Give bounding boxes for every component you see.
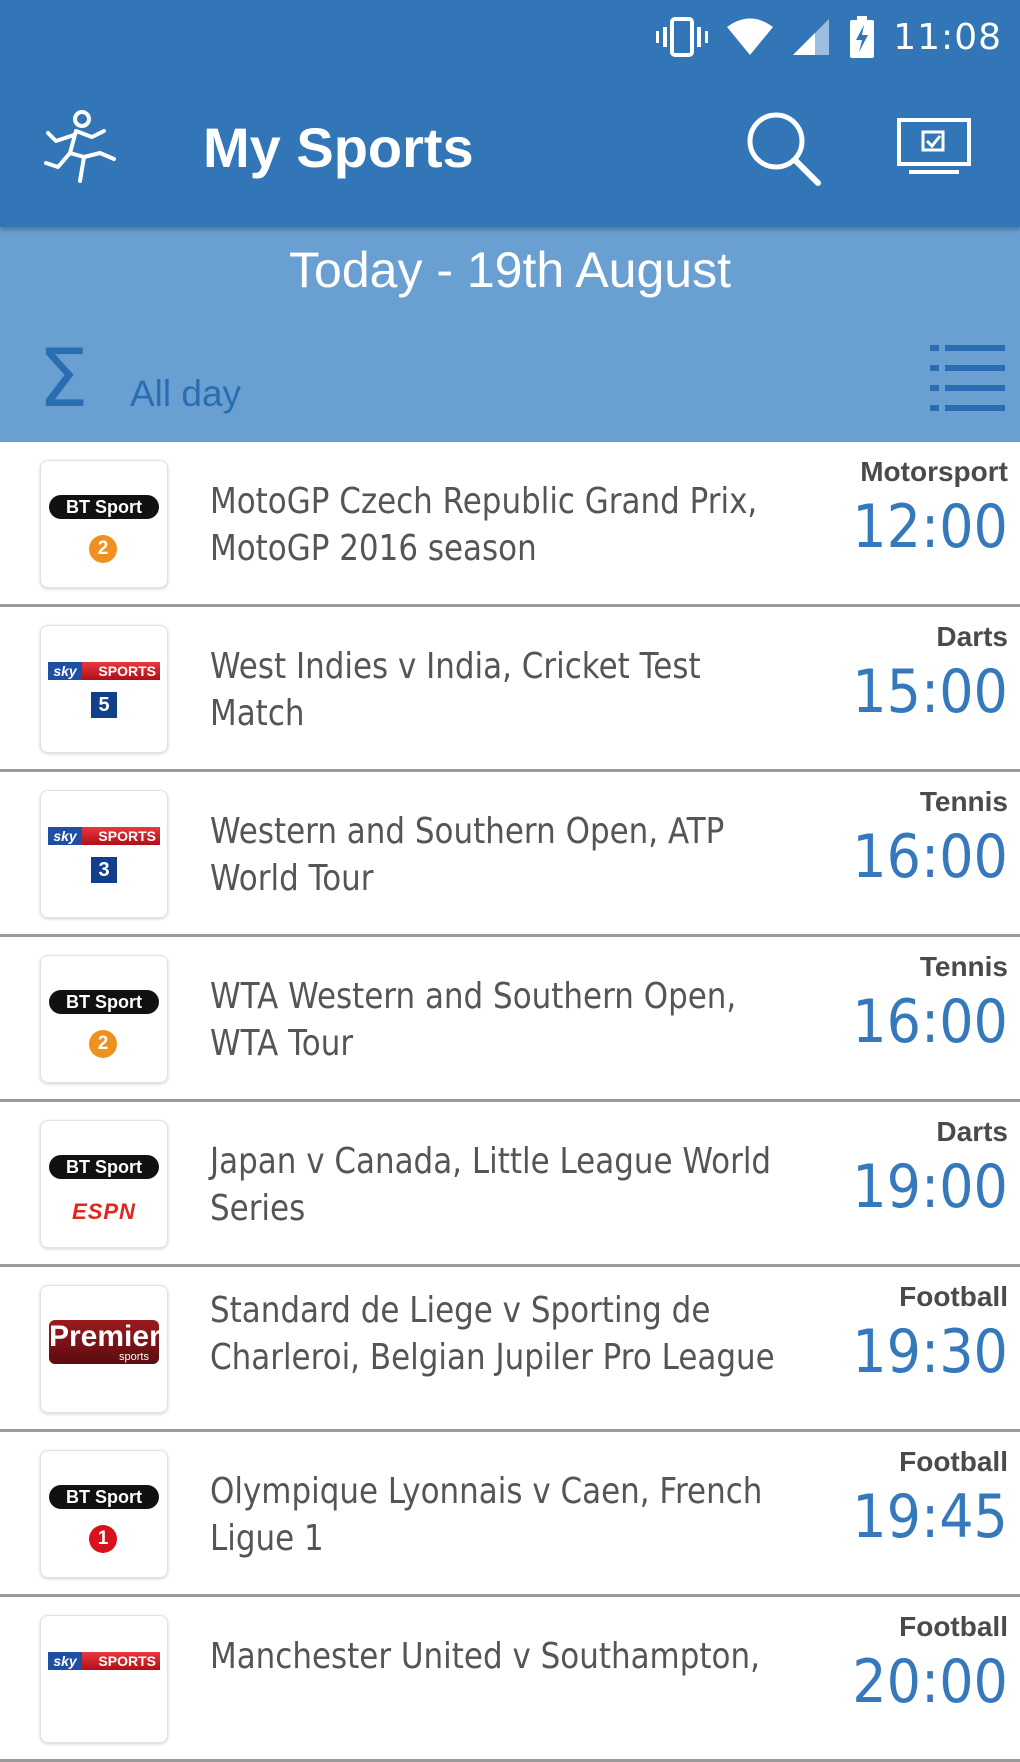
sport-label: Darts [936, 1116, 1008, 1147]
app-title: My Sports [203, 116, 474, 179]
tv-guide-icon[interactable] [895, 110, 985, 190]
channel-logo: BT Sport 1 [40, 1450, 168, 1578]
sport-label: Football [899, 1611, 1008, 1642]
channel-number: 1 [89, 1525, 117, 1553]
status-bar: 11:08 [0, 0, 1020, 75]
channel-number: 2 [89, 535, 117, 563]
channel-name-text: SPORTS [98, 663, 156, 679]
channel-name: sky SPORTS [48, 827, 160, 845]
sport-label: Darts [936, 621, 1008, 652]
vibrate-icon [656, 17, 709, 57]
channel-number: 3 [91, 857, 117, 883]
channel-number: 2 [89, 1030, 117, 1058]
channel-name-text: Premier [49, 1320, 161, 1353]
event-row[interactable]: BT Sport ESPN Japan v Canada, Little Lea… [0, 1102, 1020, 1267]
search-icon[interactable] [740, 105, 830, 195]
cell-signal-icon [793, 19, 830, 55]
event-time: 15:00 [852, 657, 1008, 727]
channel-name-text: SPORTS [98, 1653, 156, 1669]
channel-name: sky SPORTS [48, 1652, 160, 1670]
channel-sub-text: sports [119, 1351, 149, 1363]
event-title: MotoGP Czech Republic Grand Prix, MotoGP… [210, 481, 758, 569]
event-time: 19:00 [852, 1152, 1008, 1222]
event-time: 16:00 [852, 987, 1008, 1057]
event-title: Manchester United v Southampton, [210, 1636, 760, 1677]
sport-label: Football [899, 1446, 1008, 1477]
sport-label: Tennis [919, 786, 1008, 817]
event-time: 12:00 [852, 492, 1008, 562]
channel-brand: sky [48, 662, 82, 680]
sigma-icon[interactable]: Σ [38, 339, 89, 419]
channel-number: 5 [91, 692, 117, 718]
event-row[interactable]: sky SPORTS 3 Western and Southern Open, A… [0, 772, 1020, 937]
event-title: Standard de Liege v Sporting de Charlero… [210, 1290, 775, 1378]
list-view-icon[interactable] [930, 341, 1005, 413]
channel-logo: sky SPORTS [40, 1615, 168, 1743]
event-row[interactable]: BT Sport 2 MotoGP Czech Republic Grand P… [0, 442, 1020, 607]
channel-logo: BT Sport ESPN [40, 1120, 168, 1248]
event-time: 19:30 [852, 1317, 1008, 1387]
channel-brand: sky [48, 827, 82, 845]
channel-name-text: SPORTS [98, 828, 156, 844]
event-row[interactable]: BT Sport 1 Olympique Lyonnais v Caen, Fr… [0, 1432, 1020, 1597]
event-row[interactable]: BT Sport 2 WTA Western and Southern Open… [0, 937, 1020, 1102]
event-row[interactable]: Premier sports Standard de Liege v Sporti… [0, 1267, 1020, 1432]
channel-brand: sky [48, 1652, 82, 1670]
channel-name: BT Sport [49, 495, 159, 519]
channel-name: BT Sport [49, 990, 159, 1014]
date-title: Today - 19th August [289, 242, 731, 298]
time-filter-label[interactable]: All day [130, 373, 241, 415]
event-time: 20:00 [852, 1647, 1008, 1717]
sport-label: Motorsport [860, 456, 1008, 487]
runner-logo-icon [44, 110, 116, 183]
channel-logo: BT Sport 2 [40, 955, 168, 1083]
event-title: WTA Western and Southern Open, WTA Tour [210, 976, 737, 1064]
sport-label: Football [899, 1281, 1008, 1312]
channel-logo: sky SPORTS 3 [40, 790, 168, 918]
date-header: Today - 19th August Σ All day [0, 227, 1020, 442]
battery-charging-icon [850, 16, 875, 58]
channel-logo: sky SPORTS 5 [40, 625, 168, 753]
channel-logo: BT Sport 2 [40, 460, 168, 588]
sport-label: Tennis [919, 951, 1008, 982]
event-time: 16:00 [852, 822, 1008, 892]
app-bar: My Sports [0, 75, 1020, 227]
channel-name: BT Sport [49, 1485, 159, 1509]
wifi-icon [727, 18, 774, 55]
event-title: Japan v Canada, Little League World Seri… [210, 1141, 772, 1229]
event-title: Olympique Lyonnais v Caen, French Ligue … [210, 1471, 763, 1559]
channel-logo: Premier sports [40, 1285, 168, 1413]
status-icons: 11:08 [655, 12, 1002, 62]
channel-name: Premier sports [49, 1320, 161, 1364]
channel-name: sky SPORTS [48, 662, 160, 680]
status-time: 11:08 [893, 16, 1002, 58]
event-time: 19:45 [852, 1482, 1008, 1552]
event-row[interactable]: sky SPORTS 5 West Indies v India, Cricket… [0, 607, 1020, 772]
event-title: Western and Southern Open, ATP World Tou… [210, 811, 725, 899]
event-title: West Indies v India, Cricket Test Match [210, 646, 701, 734]
channel-name: BT Sport [49, 1155, 159, 1179]
channel-sub-brand: ESPN [72, 1199, 136, 1224]
event-row[interactable]: sky SPORTS Manchester United v Southampto… [0, 1597, 1020, 1762]
